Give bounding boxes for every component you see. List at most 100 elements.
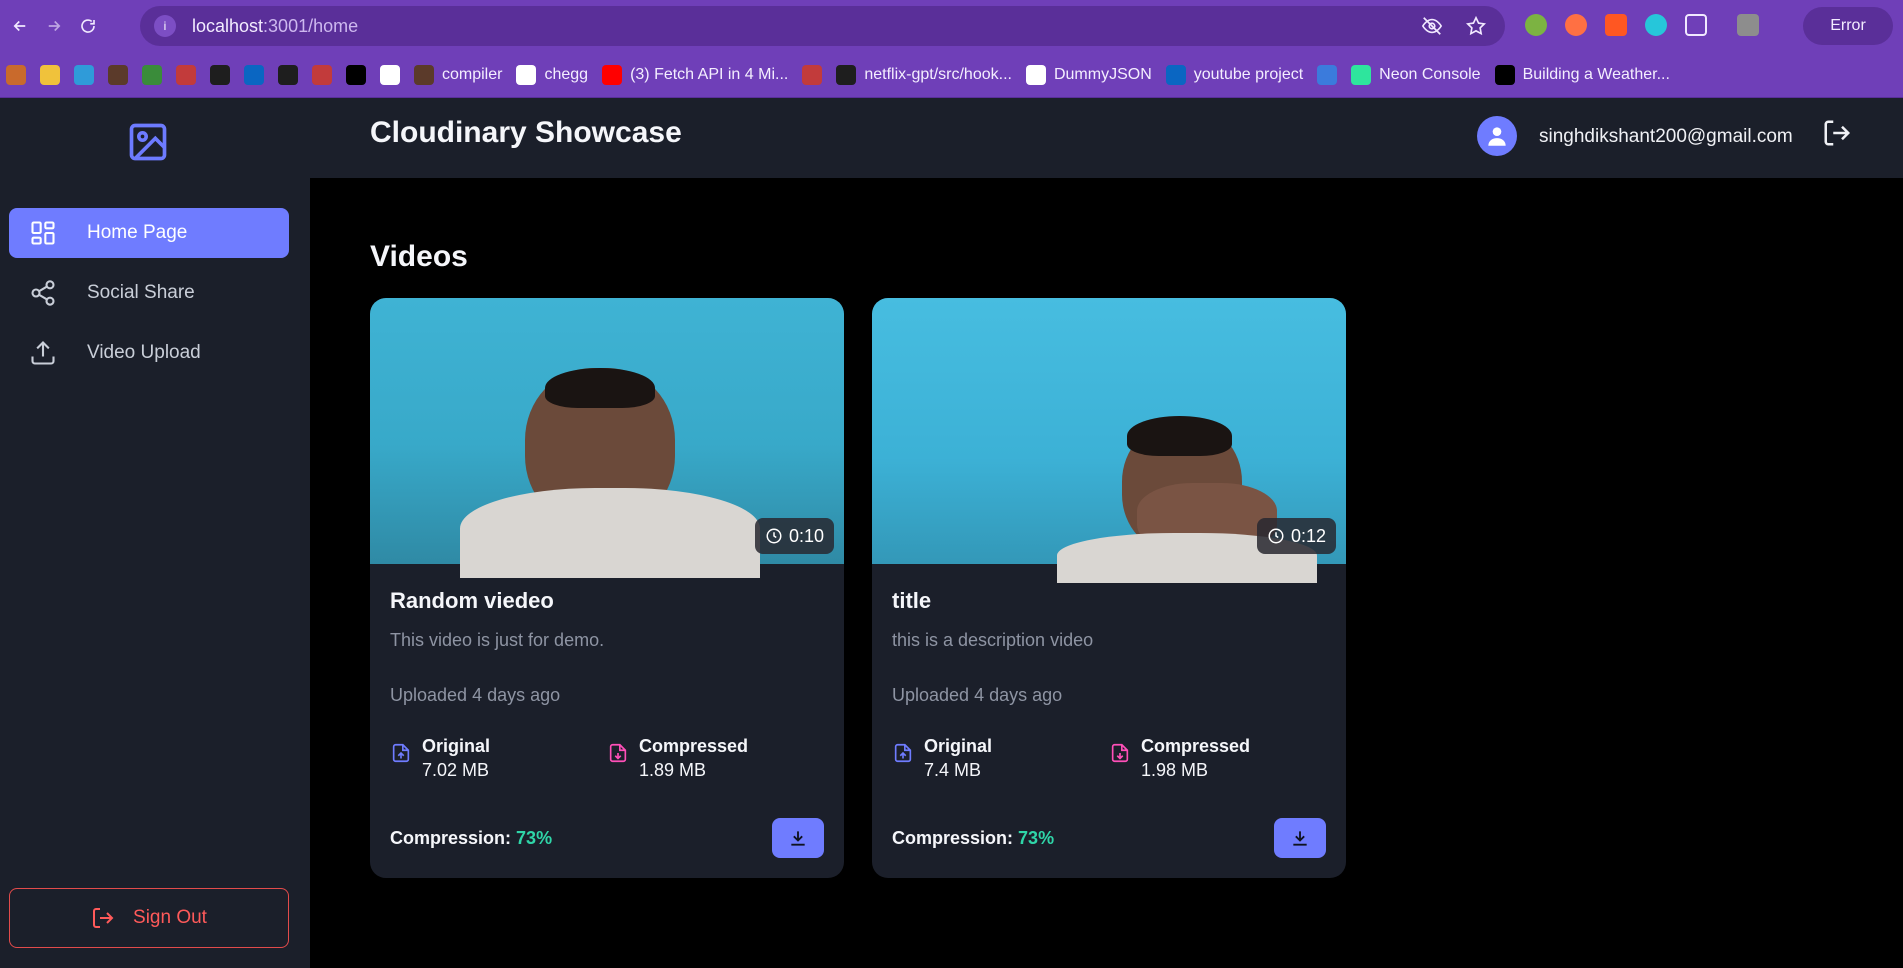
bookmark-favicon-icon	[74, 64, 94, 85]
bookmark-favicon-icon	[1317, 64, 1338, 85]
bookmark-favicon-icon	[6, 64, 26, 85]
bookmark-favicon-icon	[1494, 64, 1515, 85]
bookmark-item[interactable]	[1317, 64, 1338, 85]
video-title: title	[892, 588, 932, 613]
sidebar-item-home-page[interactable]: Home Page	[9, 208, 289, 258]
compressed-size: Compressed 1.98 MB	[1109, 736, 1326, 781]
bookmark-favicon-icon	[414, 64, 434, 85]
file-upload-icon	[894, 743, 912, 763]
profile-error-chip[interactable]: Error	[1803, 7, 1893, 45]
bookmark-favicon-icon	[278, 64, 298, 85]
extension-icon[interactable]	[1645, 14, 1667, 36]
bookmark-item[interactable]	[176, 64, 196, 85]
main-content: Videos 0:10 Random viedeo This video is …	[310, 178, 1903, 968]
user-avatar[interactable]	[1477, 116, 1517, 156]
video-title: Random viedeo	[390, 588, 554, 613]
bookmark-item[interactable]	[278, 64, 298, 85]
extension-icon[interactable]	[1605, 14, 1627, 36]
address-bar[interactable]: i localhost:3001/home	[140, 6, 1505, 46]
sidebar-item-video-upload[interactable]: Video Upload	[9, 328, 289, 378]
compressed-size: Compressed 1.89 MB	[607, 736, 824, 781]
bookmark-item[interactable]	[6, 64, 26, 85]
upload-time: Uploaded 4 days ago	[390, 685, 561, 705]
back-icon[interactable]	[6, 12, 34, 40]
upload-time: Uploaded 4 days ago	[892, 685, 1063, 705]
bookmark-favicon-icon	[516, 64, 537, 85]
clock-icon	[766, 528, 782, 544]
bookmark-favicon-icon	[244, 64, 264, 85]
bookmark-favicon-icon	[346, 64, 366, 85]
original-size: Original 7.4 MB	[892, 736, 1109, 781]
bookmark-item[interactable]	[40, 64, 60, 85]
eye-off-icon[interactable]	[1421, 15, 1443, 42]
bookmarks-bar: compiler chegg (3) Fetch API in 4 Mi... net…	[0, 52, 1903, 98]
sidebar-item-social-share[interactable]: Social Share	[9, 268, 289, 318]
bookmark-item[interactable]: Neon Console	[1351, 64, 1481, 85]
image-logo-icon	[126, 120, 170, 164]
app-header: Cloudinary Showcase singhdikshant200@gma…	[310, 98, 1903, 178]
bookmark-item[interactable]	[244, 64, 264, 85]
bookmark-favicon-icon	[312, 64, 332, 85]
video-description: This video is just for demo.	[390, 630, 605, 650]
section-title: Videos	[370, 240, 468, 273]
original-size: Original 7.02 MB	[390, 736, 607, 781]
sign-out-button[interactable]: Sign Out	[9, 888, 289, 948]
duration-badge: 0:10	[754, 518, 834, 554]
bookmark-favicon-icon	[108, 64, 128, 85]
star-icon[interactable]	[1465, 15, 1487, 42]
video-card[interactable]: 0:10 Random viedeo This video is just fo…	[370, 298, 844, 878]
bookmark-item[interactable]	[74, 64, 94, 85]
app-title: Cloudinary Showcase	[370, 116, 682, 149]
download-icon	[1293, 831, 1307, 846]
bookmark-favicon-icon	[40, 64, 60, 85]
bookmark-item[interactable]: DummyJSON	[1025, 64, 1152, 85]
bookmark-item[interactable]	[802, 64, 823, 85]
bookmark-item[interactable]	[380, 64, 400, 85]
extension-icon[interactable]	[1525, 14, 1547, 36]
video-thumbnail[interactable]: 0:10	[370, 298, 844, 578]
bookmark-item[interactable]	[346, 64, 366, 85]
bookmark-favicon-icon	[380, 64, 400, 85]
bookmark-item[interactable]	[210, 64, 230, 85]
bookmark-item[interactable]: compiler	[414, 64, 503, 85]
sidebar-menu: Home Page Social Share Video Upload	[9, 208, 289, 388]
site-info-icon[interactable]: i	[154, 15, 176, 37]
bookmark-item[interactable]	[108, 64, 128, 85]
sidebar-item-label: Social Share	[87, 282, 195, 303]
file-upload-icon	[392, 743, 410, 763]
download-button[interactable]	[1274, 818, 1326, 858]
bookmark-favicon-icon	[142, 64, 162, 85]
file-download-icon	[609, 743, 627, 763]
extension-icon[interactable]	[1565, 14, 1587, 36]
app-root: Home Page Social Share Video Upload Sign…	[0, 98, 1903, 968]
sidebar-item-label: Video Upload	[87, 342, 201, 363]
bookmark-favicon-icon	[1165, 64, 1186, 85]
logout-icon[interactable]	[1822, 118, 1856, 152]
bookmark-item[interactable]	[312, 64, 332, 85]
bookmark-item[interactable]: netflix-gpt/src/hook...	[836, 64, 1012, 85]
bookmark-favicon-icon	[1025, 64, 1046, 85]
puzzle-icon[interactable]	[1685, 14, 1707, 36]
bookmark-label: compiler	[442, 65, 503, 83]
download-button[interactable]	[772, 818, 824, 858]
bookmark-favicon-icon	[210, 64, 230, 85]
reload-icon[interactable]	[74, 12, 102, 40]
bookmark-item[interactable]: youtube project	[1165, 64, 1303, 85]
upload-icon	[31, 341, 55, 365]
forward-icon[interactable]	[40, 12, 68, 40]
grid-icon	[31, 221, 55, 245]
bookmark-label: Neon Console	[1379, 65, 1481, 83]
bookmark-label: netflix-gpt/src/hook...	[864, 65, 1012, 83]
bookmark-item[interactable]: (3) Fetch API in 4 Mi...	[602, 64, 788, 85]
profile-avatar-icon[interactable]	[1737, 14, 1759, 36]
bookmark-item[interactable]: Building a Weather...	[1494, 64, 1670, 85]
logout-icon	[93, 908, 114, 928]
video-card[interactable]: 0:12 title this is a description video U…	[872, 298, 1346, 878]
bookmark-item[interactable]: chegg	[516, 64, 589, 85]
bookmark-label: chegg	[544, 65, 589, 83]
address-url[interactable]: localhost:3001/home	[192, 16, 358, 37]
user-icon	[1488, 127, 1506, 146]
video-thumbnail[interactable]: 0:12	[872, 298, 1346, 583]
bookmark-item[interactable]	[142, 64, 162, 85]
compression-ratio: Compression: 73%	[892, 827, 1055, 848]
